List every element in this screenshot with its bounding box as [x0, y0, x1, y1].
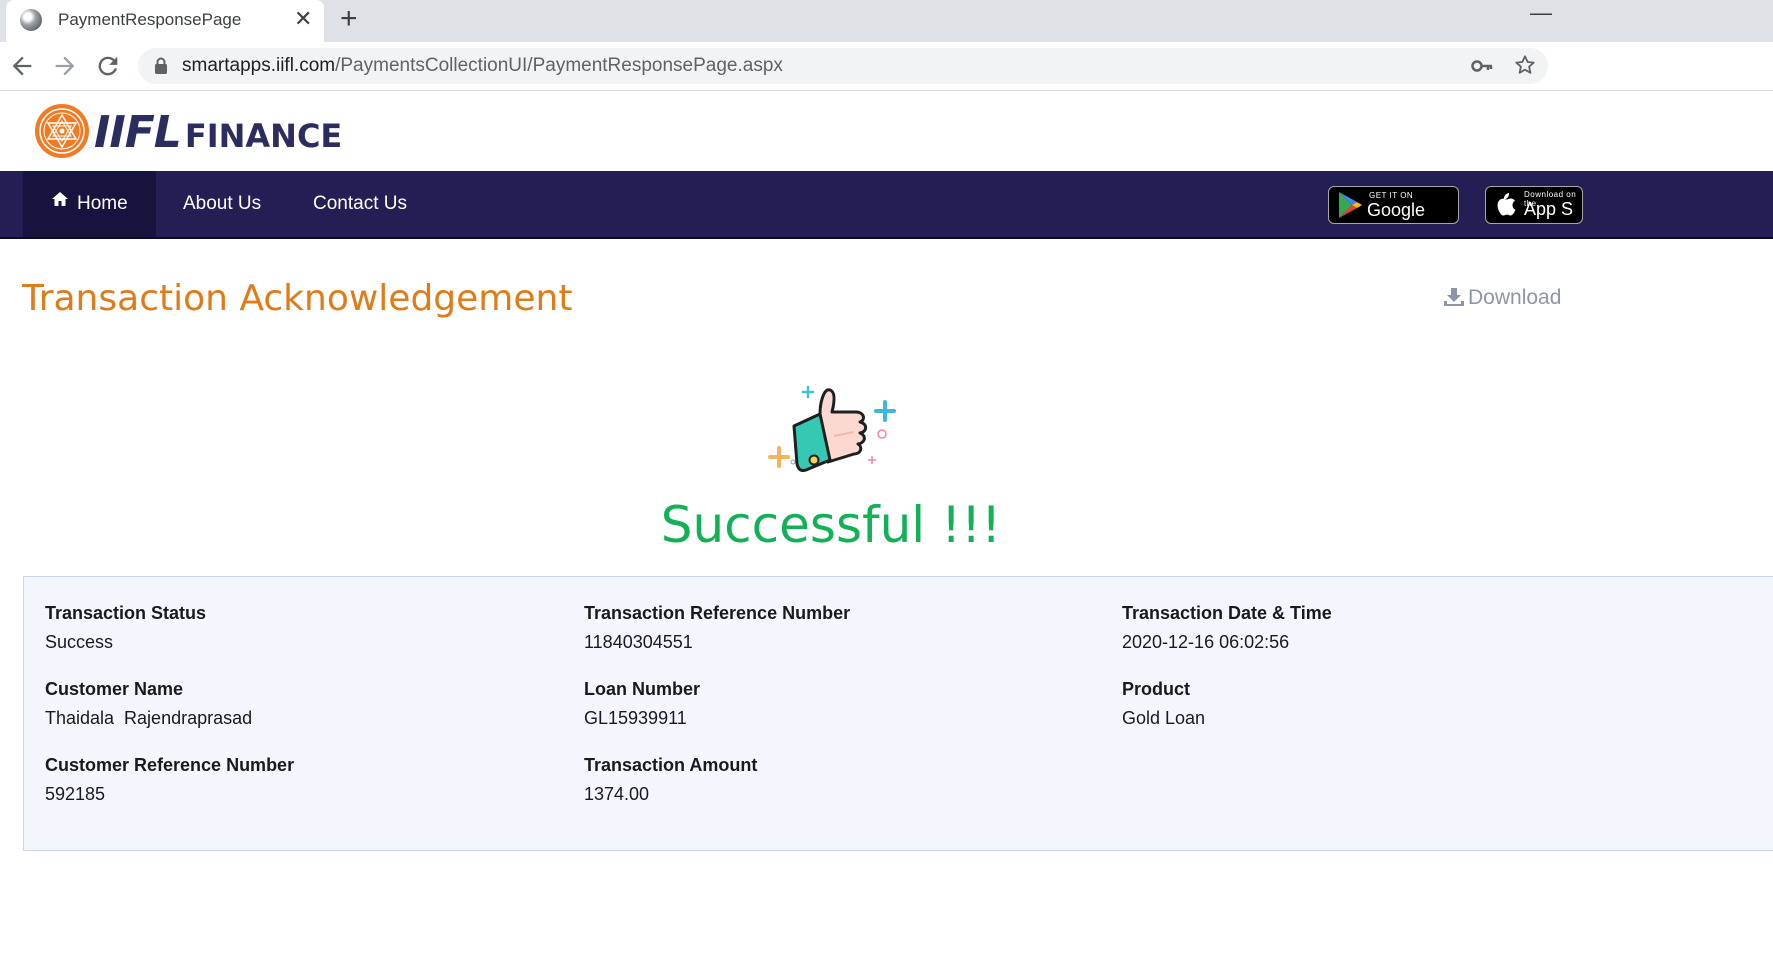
transaction-status-field: Transaction Status Success — [45, 603, 206, 653]
field-label: Transaction Status — [45, 603, 207, 623]
back-icon[interactable] — [8, 52, 36, 80]
lock-icon[interactable] — [154, 57, 168, 80]
browser-tab[interactable]: PaymentResponsePage ✕ — [6, 0, 324, 42]
google-play-icon — [1339, 192, 1362, 218]
field-value: Gold Loan — [1122, 708, 1206, 728]
field-label: Transaction Amount — [584, 755, 758, 775]
close-tab-icon[interactable]: ✕ — [294, 6, 312, 32]
field-value: 11840304551 — [584, 632, 693, 652]
logo-wordmark: IIFL FINANCE — [94, 107, 343, 158]
app-store-badge[interactable]: Download on the App S — [1485, 186, 1583, 224]
transaction-details-panel: Transaction Status Success Transaction R… — [23, 576, 1773, 851]
browser-tab-strip: PaymentResponsePage ✕ + — — [0, 0, 1773, 42]
page-favicon-icon — [20, 9, 42, 31]
success-message: Successful !!! — [660, 496, 1002, 554]
customer-reference-field: Customer Reference Number 592185 — [45, 755, 294, 805]
loan-number-field: Loan Number GL15939911 — [584, 679, 700, 729]
field-label: Customer Name — [45, 679, 184, 699]
field-value: 2020-12-16 06:02:56 — [1122, 632, 1290, 652]
apple-icon — [1497, 193, 1516, 216]
field-value: 592185 — [45, 784, 106, 804]
transaction-amount-field: Transaction Amount 1374.00 — [584, 755, 757, 805]
field-label: Transaction Date & Time — [1122, 603, 1332, 623]
field-value: 1374.00 — [584, 784, 650, 804]
page-title: Transaction Acknowledgement — [22, 278, 573, 319]
new-tab-icon[interactable]: + — [340, 4, 358, 34]
browser-toolbar: smartapps.iifl.com/PaymentsCollectionUI/… — [0, 42, 1773, 91]
nav-about-us[interactable]: About Us — [155, 171, 289, 237]
home-icon — [51, 169, 69, 235]
site-header: IIFL FINANCE — [0, 91, 1773, 171]
nav-contact-us[interactable]: Contact Us — [285, 171, 435, 237]
thumbs-up-icon — [768, 386, 896, 472]
customer-name-field: Customer Name Thaidala Rajendraprasad — [45, 679, 252, 729]
iifl-finance-logo[interactable]: IIFL FINANCE — [34, 103, 342, 161]
reload-icon[interactable] — [94, 52, 122, 80]
field-label: Product — [1122, 679, 1191, 699]
address-bar[interactable]: smartapps.iifl.com/PaymentsCollectionUI/… — [138, 48, 1548, 84]
field-value: GL15939911 — [584, 708, 687, 728]
url-text[interactable]: smartapps.iifl.com/PaymentsCollectionUI/… — [182, 55, 783, 77]
forward-icon[interactable] — [51, 52, 79, 80]
field-value: Thaidala Rajendraprasad — [45, 708, 253, 728]
field-label: Loan Number — [584, 679, 701, 699]
field-value: Success — [45, 632, 114, 652]
tab-title: PaymentResponsePage — [58, 10, 242, 29]
minimize-window-icon[interactable]: — — [1530, 0, 1552, 26]
field-label: Transaction Reference Number — [584, 603, 851, 623]
sri-yantra-icon — [35, 104, 89, 158]
bookmark-star-icon[interactable] — [1514, 54, 1536, 81]
product-field: Product Gold Loan — [1122, 679, 1205, 729]
field-label: Customer Reference Number — [45, 755, 295, 775]
key-icon[interactable] — [1471, 56, 1493, 81]
transaction-date-time-field: Transaction Date & Time 2020-12-16 06:02… — [1122, 603, 1332, 653]
nav-home[interactable]: Home — [23, 171, 156, 237]
download-button[interactable]: Download — [1444, 286, 1561, 310]
thumbs-up-illustration — [764, 384, 904, 481]
transaction-reference-field: Transaction Reference Number 11840304551 — [584, 603, 850, 653]
download-icon — [1444, 288, 1464, 306]
google-play-badge[interactable]: GET IT ON Google Play — [1328, 186, 1459, 224]
